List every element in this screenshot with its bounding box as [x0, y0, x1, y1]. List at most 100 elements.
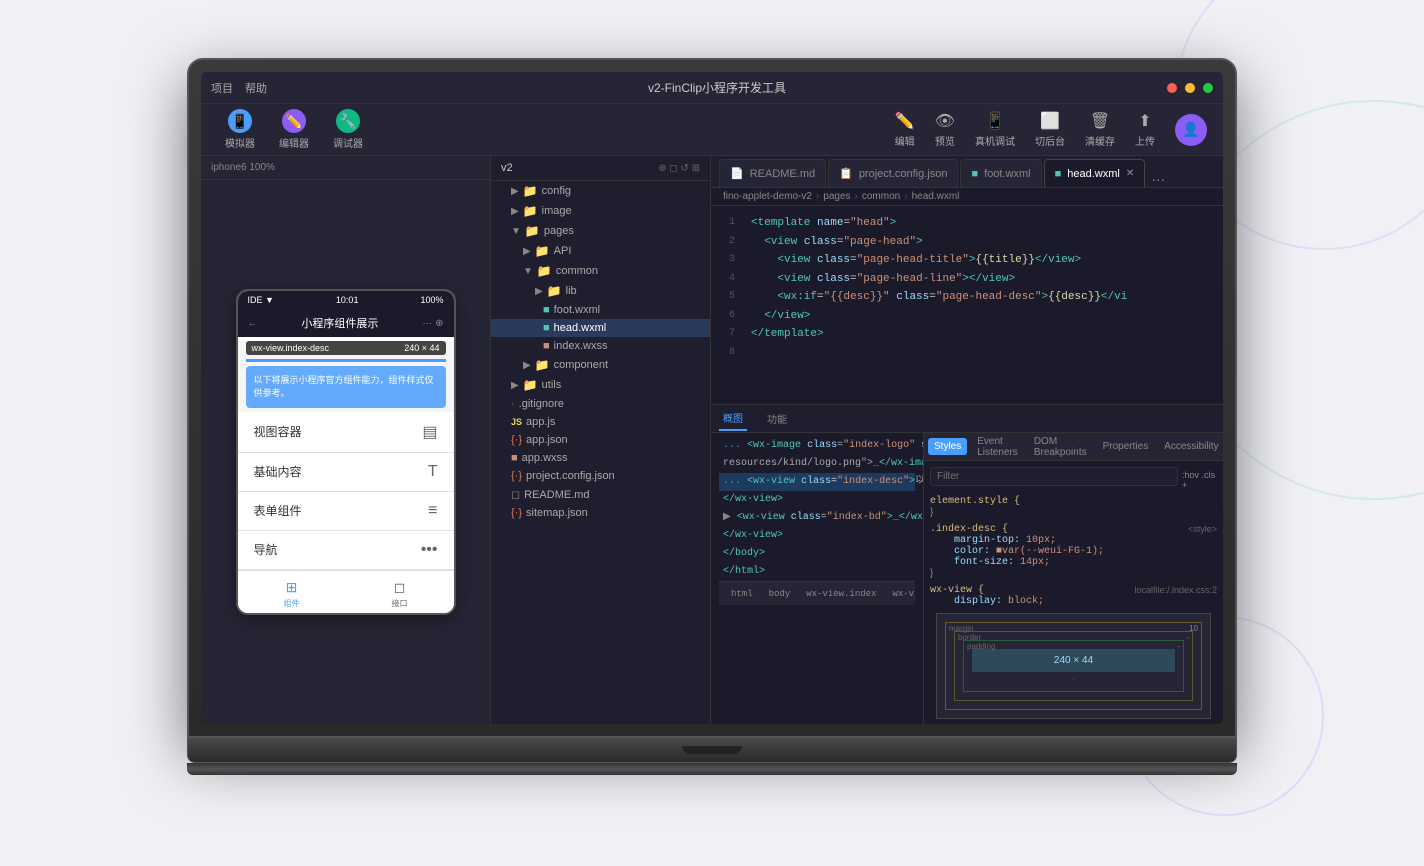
tree-item-app-json[interactable]: {·} app.json — [491, 431, 710, 449]
laptop-notch — [682, 746, 742, 754]
styles-tab-accessibility[interactable]: Accessibility — [1158, 438, 1223, 455]
rule-close-desc: } — [930, 568, 1217, 579]
tooltip-label: wx-view.index-desc — [252, 343, 330, 353]
preview-header: iphone6 100% — [201, 156, 490, 180]
simulator-button[interactable]: 📱 模拟器 — [217, 105, 263, 154]
nav-component-icon: ⊞ — [286, 579, 298, 596]
section-1-icon: ▤ — [422, 422, 437, 442]
preview-action[interactable]: 👁 预览 — [935, 111, 955, 148]
tree-item-lib[interactable]: ▶ 📁 lib — [491, 281, 710, 301]
tree-item-app-js[interactable]: JS app.js — [491, 413, 710, 431]
element-tooltip: wx-view.index-desc 240 × 44 — [246, 341, 446, 355]
el-line-2[interactable]: resources/kind/logo.png">_</wx-image> — [719, 455, 915, 473]
tree-item-gitignore[interactable]: · .gitignore — [491, 395, 710, 413]
upload-label: 上传 — [1135, 133, 1155, 148]
menu-help[interactable]: 帮助 — [245, 80, 267, 96]
phone-section-3[interactable]: 表单组件 ≡ — [238, 492, 454, 531]
el-line-4[interactable]: ▶ <wx-view class="index-bd">_</wx-view> — [719, 509, 915, 527]
code-line-8: 8 — [711, 344, 1223, 361]
devtools-tab-features[interactable]: 功能 — [763, 407, 791, 430]
nav-component[interactable]: ⊞ 组件 — [284, 579, 300, 609]
laptop-shell: 项目 帮助 v2-FinClip小程序开发工具 📱 — [187, 58, 1237, 808]
file-tree: v2 ⊕ ◻ ↺ ⊞ ▶ 📁 config ▶ 📁 — [491, 156, 711, 724]
editor-button[interactable]: ✏️ 编辑器 — [271, 105, 317, 154]
laptop-base-bottom — [187, 763, 1237, 775]
tab-foot-label: foot.wxml — [984, 168, 1030, 180]
maximize-button[interactable] — [1203, 83, 1213, 93]
edit-icon: ✏️ — [895, 111, 915, 131]
styles-tab-styles[interactable]: Styles — [928, 438, 967, 455]
styles-content: :hov .cls + element.style { } — [924, 461, 1223, 724]
tab-foot-wxml[interactable]: ■ foot.wxml — [960, 159, 1041, 187]
background-action[interactable]: ⬜ 切后台 — [1035, 111, 1065, 148]
rule-source-wxview[interactable]: localfile:/.index.css:2 — [1134, 585, 1217, 596]
node-tab-wx-view-index[interactable]: wx-view.index — [800, 587, 882, 601]
laptop-lid: 项目 帮助 v2-FinClip小程序开发工具 📱 — [187, 58, 1237, 738]
phone-title: 小程序组件展示 — [301, 315, 378, 331]
edit-action[interactable]: ✏️ 编辑 — [895, 111, 915, 148]
style-rule-element: element.style { } — [930, 496, 1217, 518]
el-line-selected[interactable]: ... <wx-view class="index-desc">以下将展示小程序… — [719, 473, 915, 491]
tab-close-icon[interactable]: ✕ — [1126, 168, 1134, 179]
tree-item-utils[interactable]: ▶ 📁 utils — [491, 375, 710, 395]
styles-tab-events[interactable]: Event Listeners — [971, 433, 1024, 461]
phone-section-4[interactable]: 导航 ••• — [238, 531, 454, 570]
root-label: v2 — [501, 162, 513, 174]
menu-project[interactable]: 项目 — [211, 80, 233, 96]
devtools-panel: 概图 功能 ... <wx-image class="index-log — [711, 404, 1223, 724]
tree-item-image[interactable]: ▶ 📁 image — [491, 201, 710, 221]
phone-section-2[interactable]: 基础内容 T — [238, 453, 454, 492]
upload-action[interactable]: ⬆ 上传 — [1135, 111, 1155, 148]
line-num-2: 2 — [711, 234, 747, 251]
el-line-7[interactable]: </html> — [719, 563, 915, 581]
styles-tab-properties[interactable]: Properties — [1097, 438, 1155, 455]
phone-section-1[interactable]: 视图容器 ▤ — [238, 412, 454, 453]
code-line-6: 6 </view> — [711, 307, 1223, 326]
device-debug-action[interactable]: 📱 真机调试 — [975, 111, 1015, 148]
tree-item-head-wxml[interactable]: ■ head.wxml — [491, 319, 710, 337]
tab-project-config[interactable]: 📋 project.config.json — [828, 159, 958, 187]
clear-cache-action[interactable]: 🗑 清缓存 — [1085, 111, 1115, 148]
tree-item-pages[interactable]: ▼ 📁 pages — [491, 221, 710, 241]
el-line-1[interactable]: ... <wx-image class="index-logo" src="..… — [719, 437, 915, 455]
sep-2: › — [855, 191, 858, 202]
nav-api[interactable]: ◻ 接口 — [392, 579, 408, 609]
preview-icon: 👁 — [935, 111, 955, 131]
user-avatar[interactable]: 👤 — [1175, 114, 1207, 146]
preview-panel: iphone6 100% IDE ▼ 10:01 100% ← — [201, 156, 491, 724]
tree-item-sitemap[interactable]: {·} sitemap.json — [491, 504, 710, 522]
tree-item-project-config[interactable]: {·} project.config.json — [491, 467, 710, 485]
node-tab-wx-view-hd[interactable]: wx-view.index-hd — [886, 587, 915, 601]
more-tabs-button[interactable]: ··· — [1151, 171, 1165, 187]
tree-item-config[interactable]: ▶ 📁 config — [491, 181, 710, 201]
tab-head-wxml[interactable]: ■ head.wxml ✕ — [1044, 159, 1146, 187]
tab-head-label: head.wxml — [1067, 168, 1120, 180]
close-button[interactable] — [1167, 83, 1177, 93]
el-line-5[interactable]: </wx-view> — [719, 527, 915, 545]
minimize-button[interactable] — [1185, 83, 1195, 93]
background-icon: ⬜ — [1040, 111, 1060, 131]
section-2-icon: T — [428, 463, 438, 481]
rule-source-desc[interactable]: <style> — [1188, 524, 1217, 535]
tree-item-app-wxss[interactable]: ■ app.wxss — [491, 449, 710, 467]
devtools-tab-overview[interactable]: 概图 — [719, 406, 747, 431]
box-model: margin 10 border - padding — [936, 613, 1211, 719]
tab-bar: 📄 README.md 📋 project.config.json ■ foot… — [711, 156, 1223, 188]
tree-item-foot-wxml[interactable]: ■ foot.wxml — [491, 301, 710, 319]
breadcrumb: fino-applet-demo-v2 › pages › common › h… — [711, 188, 1223, 206]
styles-filter-input[interactable] — [930, 467, 1178, 486]
styles-tab-dom[interactable]: DOM Breakpoints — [1028, 433, 1093, 461]
el-line-3[interactable]: </wx-view> — [719, 491, 915, 509]
tree-item-api[interactable]: ▶ 📁 API — [491, 241, 710, 261]
tree-item-common[interactable]: ▼ 📁 common — [491, 261, 710, 281]
tree-item-readme[interactable]: ◻ README.md — [491, 485, 710, 504]
el-line-6[interactable]: </body> — [719, 545, 915, 563]
tab-readme[interactable]: 📄 README.md — [719, 159, 826, 187]
line-num-6: 6 — [711, 308, 747, 325]
node-tab-body[interactable]: body — [763, 587, 797, 601]
debugger-button[interactable]: 🔧 调试器 — [325, 105, 371, 154]
node-tab-html[interactable]: html — [725, 587, 759, 601]
tree-item-component[interactable]: ▶ 📁 component — [491, 355, 710, 375]
code-editor[interactable]: 1 <template name="head"> 2 <view class="… — [711, 206, 1223, 404]
tree-item-index-wxss[interactable]: ■ index.wxss — [491, 337, 710, 355]
